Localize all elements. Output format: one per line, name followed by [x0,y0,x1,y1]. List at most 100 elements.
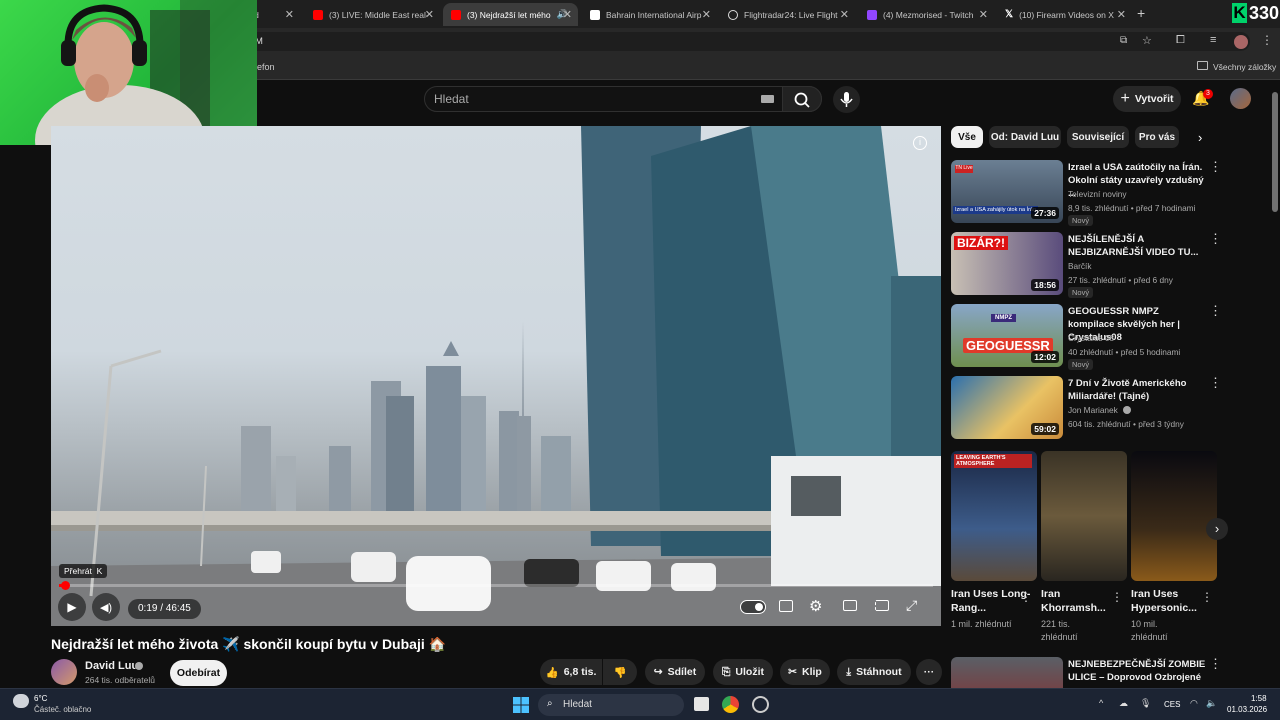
like-button[interactable]: 👍 6,8 tis. [540,659,602,685]
close-icon[interactable]: ✕ [425,8,434,21]
tab-6[interactable]: 𝕏 (10) Firearm Videos on X ✕ [997,3,1132,26]
short-thumbnail[interactable]: LEAVING EARTH'S ATMOSPHERE [951,451,1037,581]
share-button[interactable]: ↪ Sdílet [645,659,705,685]
more-icon[interactable]: ⋮ [1209,160,1222,173]
search-input[interactable]: Hledat [434,92,469,106]
rec-meta: 604 tis. zhlédnutí • před 3 týdny [1068,419,1184,429]
rec-channel: Televizní noviny [1068,189,1127,199]
short-title[interactable]: Iran Khorramsh... [1041,587,1121,615]
tab-active[interactable]: (3) Nejdražší let mého 🔊 ✕ [443,3,578,26]
media-icon[interactable]: ≡ [1210,34,1216,46]
progress-scrubber[interactable] [61,581,70,590]
star-icon[interactable]: ☆ [1142,34,1152,47]
channel-avatar[interactable] [51,659,77,685]
short-title[interactable]: Iran Uses Hypersonic... [1131,587,1201,615]
new-tab-button[interactable]: + [1137,5,1145,21]
channel-name[interactable]: David Luu [85,660,138,672]
subscriber-count: 264 tis. odběratelů [85,675,155,685]
more-icon[interactable]: ⋮ [1111,590,1123,604]
webcam-overlay [0,0,257,145]
search-button[interactable] [782,86,822,112]
voice-search-button[interactable] [833,86,860,113]
language-indicator[interactable]: CES [1164,700,1180,709]
progress-track[interactable] [59,584,933,587]
account-avatar[interactable] [1230,88,1251,109]
cloud-icon[interactable]: ☁ [1119,698,1128,709]
share-icon: ↪ [653,666,663,678]
more-icon[interactable]: ⋮ [1201,590,1213,604]
thumb-caption: Izrael a USA zahájily útok na Írán [953,206,1039,214]
chip-from-channel[interactable]: Od: David Luu [989,126,1061,148]
more-actions-button[interactable]: ··· [916,659,942,685]
chip-all[interactable]: Vše [951,126,983,148]
wifi-icon[interactable]: ◠ [1190,698,1198,709]
app-icon[interactable] [752,696,769,713]
rec-item[interactable]: TN Live Izrael a USA zahájily útok na Ír… [951,160,1222,228]
scrollbar-thumb[interactable] [1272,92,1278,212]
more-icon[interactable]: ⋮ [1209,304,1222,317]
rec-thumbnail: NMPZ GEOGUESSR 12:02 [951,304,1063,367]
download-button[interactable]: ⤓ Stáhnout [837,659,911,685]
menu-icon[interactable]: ⋮ [1261,33,1273,47]
task-view-icon[interactable] [694,697,709,711]
close-icon[interactable]: ✕ [563,8,572,21]
windows-start-icon[interactable] [513,697,529,713]
settings-gear-icon[interactable]: ⚙ [809,597,822,615]
chevron-right-icon[interactable]: › [1198,130,1202,145]
chrome-icon[interactable] [722,696,739,713]
chip-related[interactable]: Související [1067,126,1129,148]
extensions-icon[interactable]: ⧠ [1176,34,1185,47]
tab-5[interactable]: (4) Mezmorised - Twitch ✕ [859,3,994,26]
dislike-button[interactable]: 👎 [603,659,637,685]
clock-time[interactable]: 1:58 [1251,694,1267,703]
close-icon[interactable]: ✕ [1117,8,1126,21]
miniplayer-icon[interactable] [843,600,857,611]
volume-button[interactable]: ◀) [92,593,120,621]
short-title[interactable]: Iran Uses Long-Rang... [951,587,1031,615]
video-player[interactable]: i Přehrát K [51,126,941,626]
tab-4[interactable]: Flightradar24: Live Flight ✕ [720,3,855,26]
rec-item[interactable]: BIZÁR?! 18:56 NEJŠÍLENĚJŠÍ A NEJBIZARNĚJ… [951,232,1222,300]
tab-label: Flightradar24: Live Flight [744,9,838,20]
microphone-icon[interactable]: 🎙 [1140,698,1151,709]
clock-date[interactable]: 01.03.2026 [1227,705,1267,714]
more-icon[interactable]: ⋮ [1209,657,1221,670]
taskbar-search[interactable]: ⌕ Hledat [538,694,684,716]
fullscreen-icon[interactable]: ⤢ [906,597,917,614]
subtitles-icon[interactable] [779,600,793,612]
bookmark-item[interactable]: efon [257,62,275,72]
play-button[interactable]: ▶ [58,593,86,621]
profile-avatar[interactable] [1234,35,1248,49]
shorts-next-button[interactable]: › [1206,518,1228,540]
more-icon[interactable]: ⋮ [1209,376,1222,389]
info-icon[interactable]: i [913,136,927,150]
chip-for-you[interactable]: Pro vás [1135,126,1179,148]
chevron-up-icon[interactable]: ^ [1099,698,1103,708]
cast-icon[interactable] [875,600,889,611]
subscribe-button[interactable]: Odebírat [170,660,227,686]
rec-item[interactable]: NEJNEBEZPEČNĚJŠÍ ZOMBIE ULICE – Doprovod… [951,657,1221,688]
keyboard-icon[interactable] [761,95,774,103]
short-thumbnail[interactable] [1041,451,1127,581]
weather-desc[interactable]: Částeč. oblačno [34,705,91,714]
close-icon[interactable]: ✕ [979,8,988,21]
more-icon[interactable]: ⋮ [1209,232,1222,245]
create-button[interactable]: + Vytvořit [1113,86,1181,112]
close-icon[interactable]: ✕ [285,8,294,21]
cast-icon[interactable]: ⧉ [1120,35,1127,46]
short-thumbnail[interactable] [1131,451,1217,581]
tab-1[interactable]: (3) LIVE: Middle East real- ✕ [305,3,440,26]
rec-item[interactable]: NMPZ GEOGUESSR 12:02 GEOGUESSR NMPZ komp… [951,304,1222,372]
rec-item[interactable]: 59:02 7 Dní v Životě Amerického Miliardá… [951,376,1222,444]
save-button[interactable]: ⎘ Uložit [713,659,773,685]
clip-button[interactable]: ✂ Klip [780,659,830,685]
close-icon[interactable]: ✕ [702,8,711,21]
volume-icon[interactable]: 🔈 [1206,698,1217,709]
more-icon[interactable]: ⋮ [1020,590,1032,604]
tab-3[interactable]: Bahrain International Airp ✕ [582,3,717,26]
close-icon[interactable]: ✕ [840,8,849,21]
weather-temp[interactable]: 6°C [34,694,47,703]
short-views: 221 tis. zhlédnutí [1041,619,1078,642]
all-bookmarks[interactable]: Všechny záložky [1213,62,1276,72]
autoplay-toggle[interactable] [740,600,766,614]
